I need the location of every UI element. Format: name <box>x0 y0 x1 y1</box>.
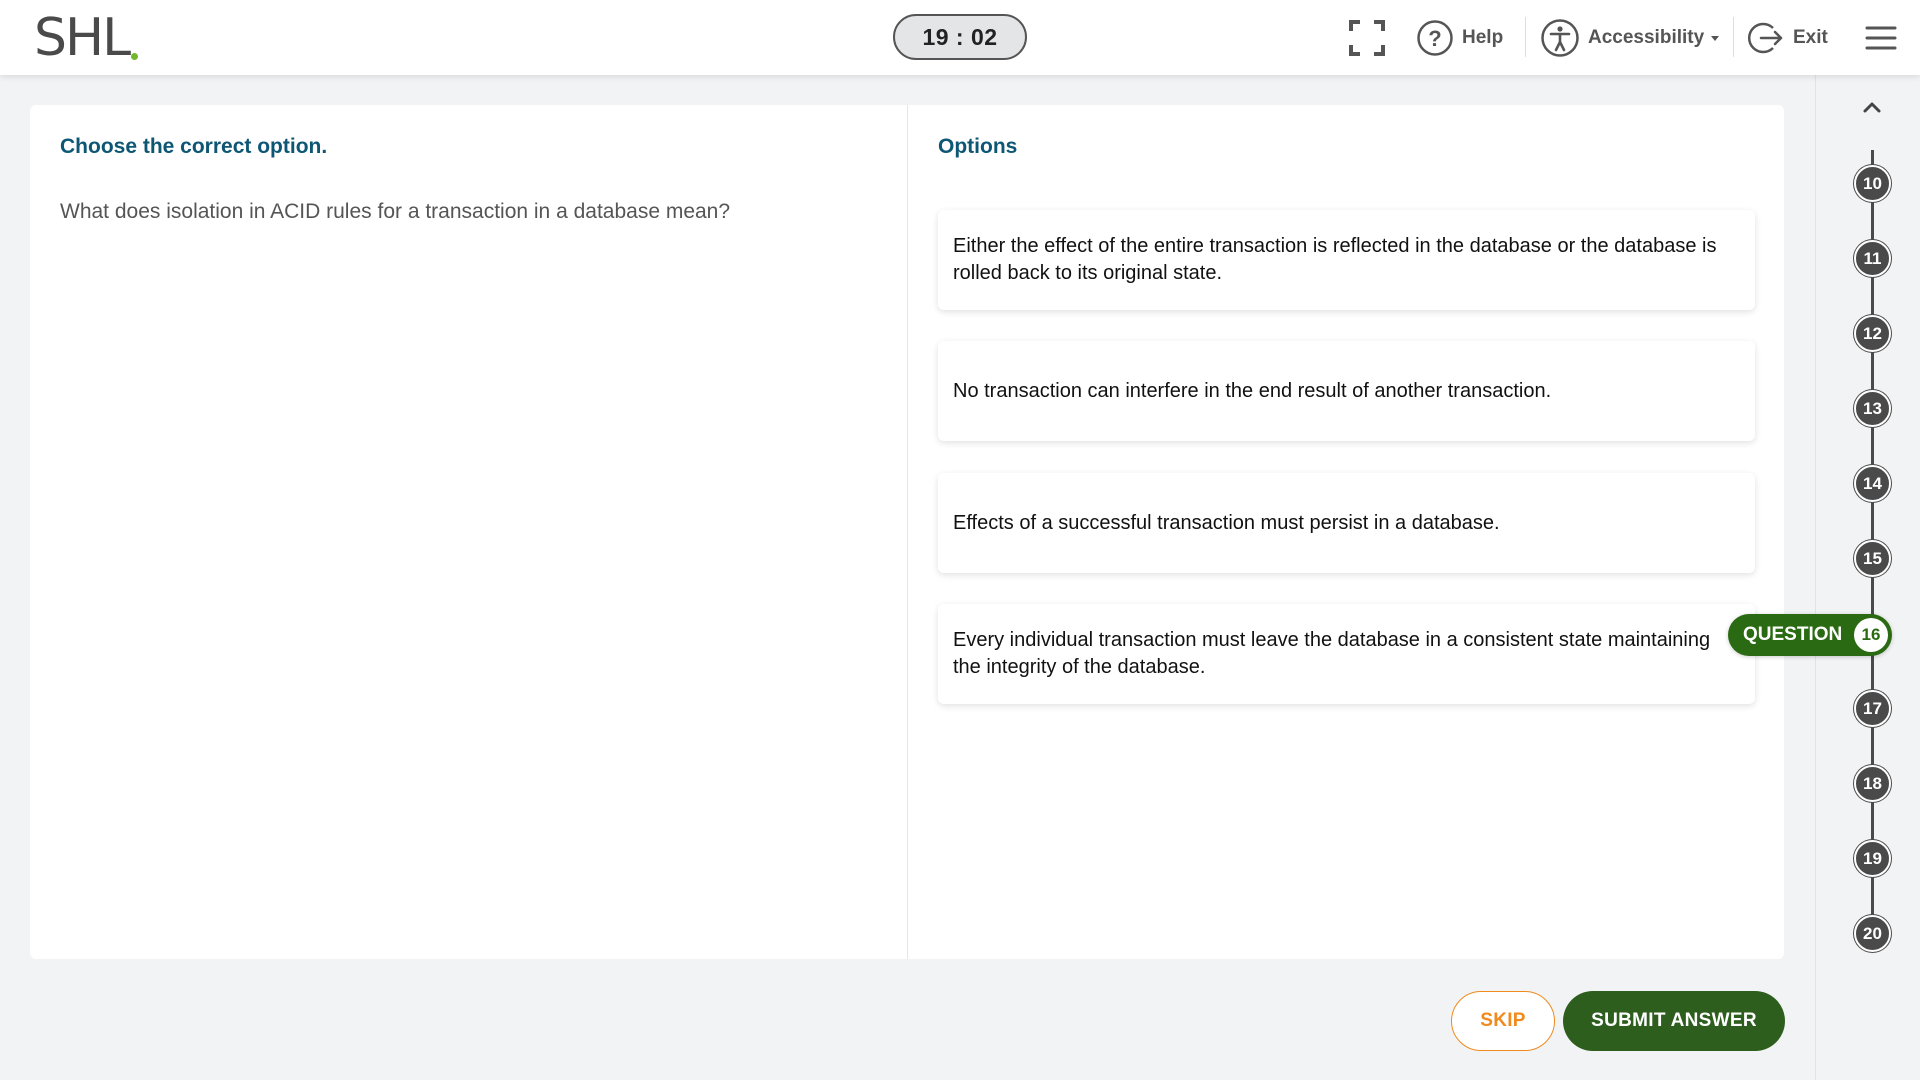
question-card: Choose the correct option. What does iso… <box>30 105 1784 959</box>
option-text: Every individual transaction must leave … <box>953 629 1711 678</box>
question-nav-item[interactable]: 18 <box>1854 765 1891 802</box>
question-nav-item[interactable]: 15 <box>1854 540 1891 577</box>
countdown-timer: 19 : 02 <box>893 14 1027 60</box>
answer-option-3[interactable]: Effects of a successful transaction must… <box>938 473 1755 573</box>
header-divider <box>1525 17 1526 57</box>
question-nav-item[interactable]: 14 <box>1854 465 1891 502</box>
option-text: Effects of a successful transaction must… <box>953 511 1500 534</box>
submit-answer-button[interactable]: SUBMIT ANSWER <box>1563 991 1785 1051</box>
answer-option-2[interactable]: No transaction can interfere in the end … <box>938 341 1755 441</box>
help-icon: ? <box>1417 20 1453 56</box>
shl-logo: SHL <box>34 8 131 68</box>
logo-dot <box>131 53 138 60</box>
question-nav-item[interactable]: 11 <box>1854 240 1891 277</box>
top-bar: SHL 19 : 02 ? Help Accessibility Exit <box>0 0 1920 75</box>
question-nav-item[interactable]: 13 <box>1854 390 1891 427</box>
skip-button[interactable]: SKIP <box>1451 991 1555 1051</box>
exit-label: Exit <box>1793 27 1828 48</box>
caret-down-icon <box>1711 36 1720 41</box>
fullscreen-button[interactable] <box>1348 15 1386 61</box>
question-nav-item[interactable]: 17 <box>1854 690 1891 727</box>
question-nav-item[interactable]: 12 <box>1854 315 1891 352</box>
column-divider <box>907 105 908 959</box>
hamburger-menu-button[interactable] <box>1864 15 1898 61</box>
header-divider <box>1733 17 1734 57</box>
exit-icon <box>1747 22 1783 54</box>
chevron-up-icon[interactable] <box>1859 95 1885 121</box>
exit-button[interactable]: Exit <box>1747 15 1828 61</box>
svg-text:?: ? <box>1428 26 1441 51</box>
help-button[interactable]: ? Help <box>1416 15 1503 61</box>
answer-option-1[interactable]: Either the effect of the entire transact… <box>938 210 1755 310</box>
help-label: Help <box>1462 27 1504 48</box>
question-nav-item[interactable]: 20 <box>1854 915 1891 952</box>
question-nav-item[interactable]: 10 <box>1854 165 1891 202</box>
hamburger-menu-icon <box>1865 26 1897 50</box>
option-text: Either the effect of the entire transact… <box>953 235 1717 284</box>
question-prompt: Choose the correct option. <box>60 135 328 158</box>
options-heading: Options <box>938 135 1018 158</box>
fullscreen-icon <box>1349 20 1385 56</box>
option-text: No transaction can interfere in the end … <box>953 379 1552 402</box>
current-question-label: QUESTION <box>1743 624 1843 645</box>
answer-option-4[interactable]: Every individual transaction must leave … <box>938 604 1755 704</box>
accessibility-icon <box>1541 19 1579 57</box>
accessibility-label: Accessibility <box>1588 27 1705 48</box>
question-nav-item[interactable]: 19 <box>1854 840 1891 877</box>
accessibility-menu-button[interactable]: Accessibility <box>1540 15 1722 61</box>
current-question-number: 16 <box>1854 618 1888 652</box>
question-text: What does isolation in ACID rules for a … <box>60 200 731 223</box>
current-question-indicator[interactable]: QUESTION 16 <box>1728 614 1892 656</box>
